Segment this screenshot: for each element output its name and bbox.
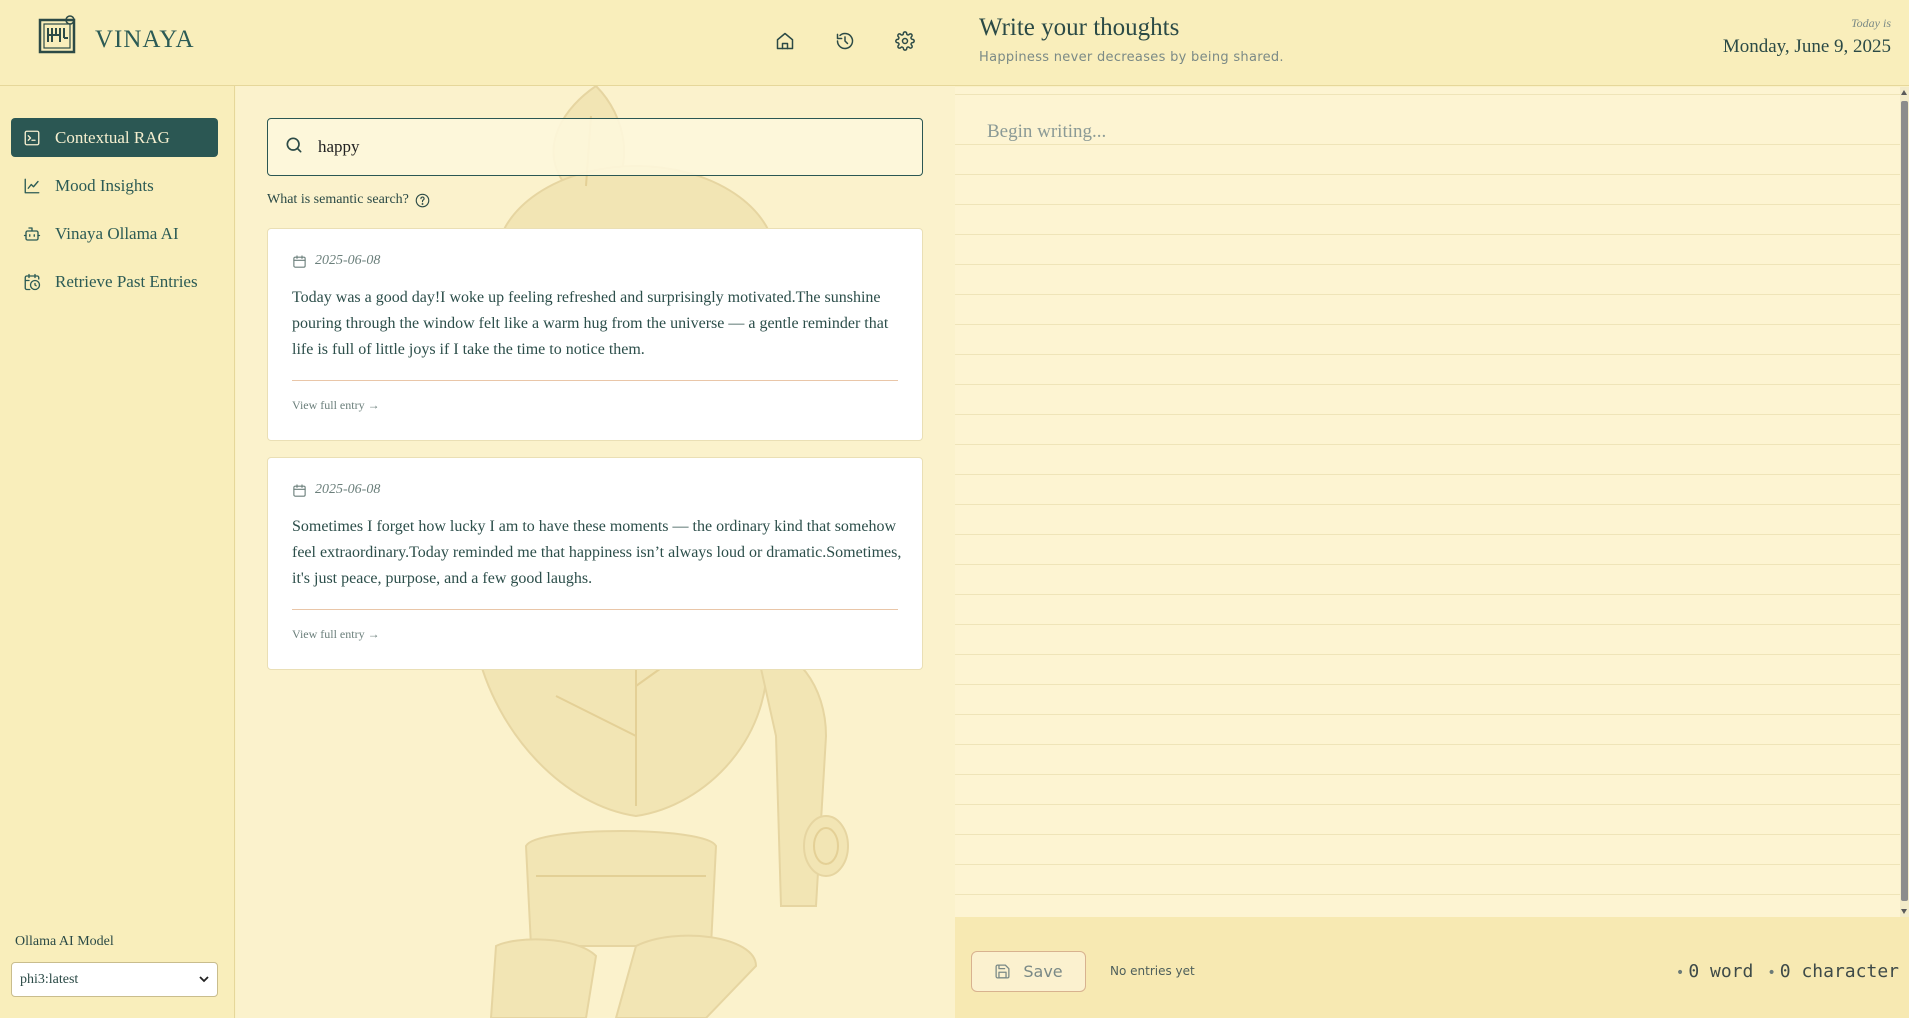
sidebar-item-label: Retrieve Past Entries [55, 271, 198, 291]
result-date: 2025-06-08 [292, 482, 380, 498]
journal-textarea[interactable] [955, 87, 1900, 917]
search-icon [284, 135, 304, 160]
writer-subtitle: Happiness never decreases by being share… [979, 50, 1284, 65]
search-result-card: 2025-06-08 Today was a good day!I woke u… [267, 228, 923, 441]
scroll-down-arrow-icon[interactable] [1901, 909, 1907, 914]
calendar-clock-icon [23, 272, 43, 292]
char-count: • 0 character [1767, 961, 1899, 982]
bot-icon [23, 224, 43, 244]
scroll-thumb[interactable] [1901, 101, 1908, 901]
calendar-icon [292, 254, 307, 269]
sidebar-item-retrieve-past-entries[interactable]: Retrieve Past Entries [11, 262, 218, 301]
sidebar: Contextual RAG Mood Insights Vinaya Olla… [0, 86, 235, 1018]
sidebar-item-contextual-rag[interactable]: Contextual RAG [11, 118, 218, 157]
writer-footer: Save No entries yet • 0 word • 0 character [955, 917, 1909, 1018]
save-label: Save [1023, 962, 1063, 981]
word-count: • 0 word [1675, 961, 1754, 982]
today-label: Today is [1851, 16, 1891, 30]
gear-icon[interactable] [892, 28, 918, 54]
entries-status: No entries yet [1110, 964, 1195, 978]
view-full-entry-link[interactable]: View full entry → [292, 398, 380, 413]
model-select[interactable]: phi3:latest [11, 962, 218, 997]
vinaya-logo-icon [38, 14, 78, 54]
chart-line-icon [23, 176, 43, 196]
scrollbar[interactable] [1900, 87, 1909, 917]
semantic-help-label: What is semantic search? [267, 192, 409, 207]
writer-header: Write your thoughts Happiness never decr… [955, 0, 1909, 86]
sidebar-item-label: Mood Insights [55, 175, 154, 195]
result-text: Sometimes I forget how lucky I am to hav… [292, 518, 902, 587]
model-select-value: phi3:latest [20, 971, 79, 987]
sidebar-item-label: Vinaya Ollama AI [55, 223, 179, 243]
calendar-icon [292, 483, 307, 498]
brand-name[interactable]: VINAYA [95, 26, 195, 54]
result-date: 2025-06-08 [292, 253, 380, 269]
save-icon [994, 963, 1011, 980]
rag-content: What is semantic search? 2025-06-08 Toda… [236, 86, 955, 1018]
view-full-entry-link[interactable]: View full entry → [292, 627, 380, 642]
scroll-up-arrow-icon[interactable] [1901, 90, 1907, 95]
search-input[interactable] [318, 137, 898, 157]
semantic-search-box[interactable] [267, 118, 923, 176]
result-date-text: 2025-06-08 [315, 482, 381, 497]
sidebar-item-vinaya-ollama-ai[interactable]: Vinaya Ollama AI [11, 214, 218, 253]
model-label: Ollama AI Model [15, 934, 114, 949]
top-bar: VINAYA [0, 0, 955, 86]
chevron-down-icon [199, 972, 209, 988]
card-divider [292, 380, 898, 381]
search-result-card: 2025-06-08 Sometimes I forget how lucky … [267, 457, 923, 670]
journal-paper [955, 87, 1900, 917]
save-button[interactable]: Save [971, 951, 1086, 992]
writer-title: Write your thoughts [979, 14, 1180, 41]
help-circle-icon[interactable] [415, 193, 430, 208]
word-char-counter: • 0 word • 0 character [1676, 961, 1899, 982]
card-divider [292, 609, 898, 610]
result-date-text: 2025-06-08 [315, 253, 381, 268]
home-icon[interactable] [772, 28, 798, 54]
today-date: Monday, June 9, 2025 [1722, 36, 1891, 57]
sidebar-item-mood-insights[interactable]: Mood Insights [11, 166, 218, 205]
sidebar-item-label: Contextual RAG [55, 127, 170, 147]
semantic-search-help[interactable]: What is semantic search? [267, 192, 430, 208]
result-text: Today was a good day!I woke up feeling r… [292, 289, 889, 358]
terminal-icon [23, 128, 43, 148]
history-icon[interactable] [832, 28, 858, 54]
